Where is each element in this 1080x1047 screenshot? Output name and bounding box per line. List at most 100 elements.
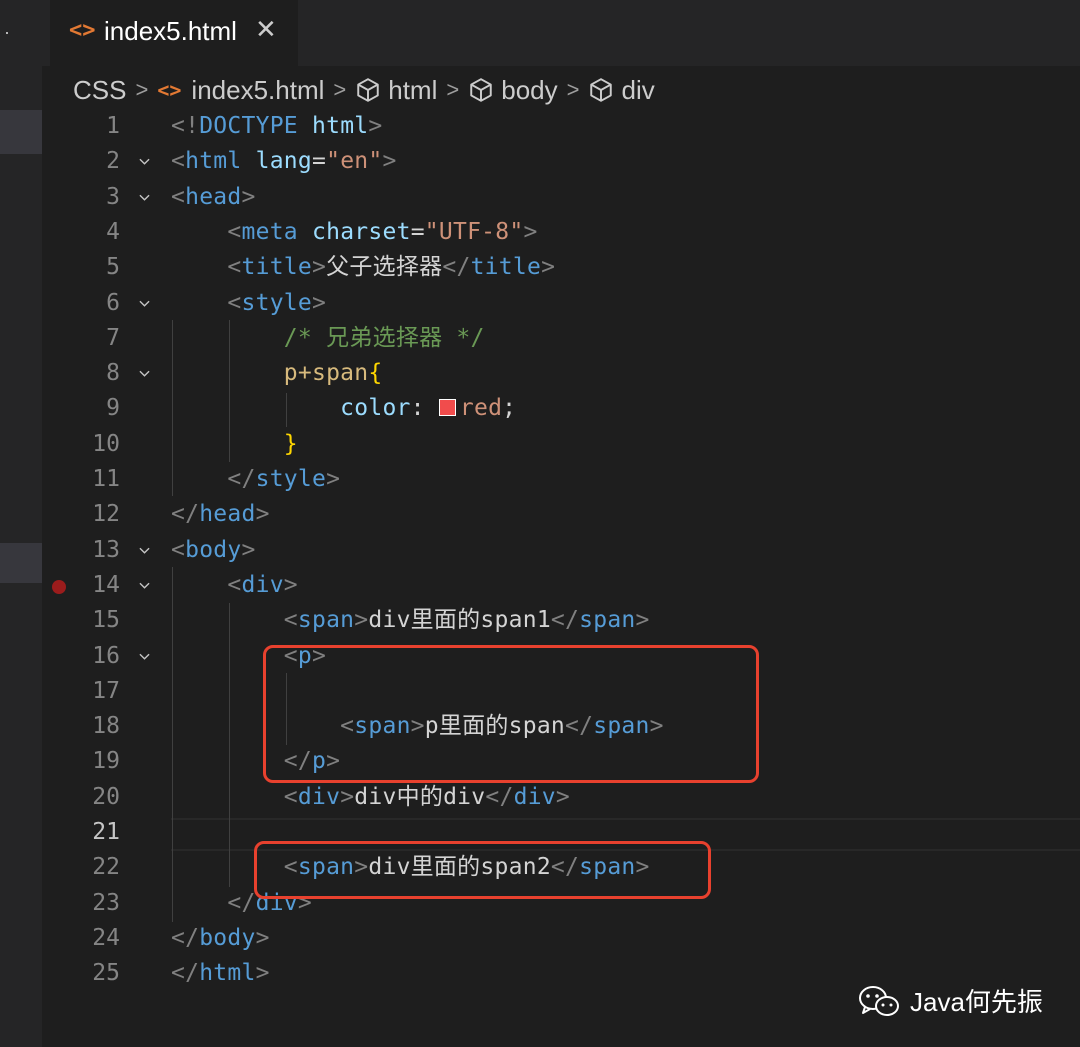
code-token: > <box>523 218 538 245</box>
code-token: < <box>171 183 186 210</box>
breadcrumb-file[interactable]: index5.html <box>191 75 324 106</box>
code-text: } <box>171 427 298 462</box>
code-token: > <box>255 960 270 987</box>
tab-title[interactable]: index5.html <box>104 16 237 47</box>
code-token: > <box>326 466 341 492</box>
code-token: < <box>283 783 298 810</box>
color-swatch-icon[interactable] <box>438 399 456 417</box>
code-token: style <box>255 466 327 492</box>
code-line[interactable]: 14 <div> <box>0 568 1080 603</box>
breadcrumb-folder[interactable]: CSS <box>73 75 126 106</box>
breadcrumb: CSS > <> index5.html > html > body > div <box>73 72 655 108</box>
code-token: < <box>283 607 298 634</box>
code-token: </ <box>171 960 200 987</box>
code-token: div <box>513 783 556 810</box>
code-token: "en" <box>326 148 383 175</box>
close-tab-icon[interactable]: ✕ <box>255 14 277 45</box>
code-line[interactable]: 20 <div>div中的div</div> <box>0 780 1080 815</box>
code-line[interactable]: 4 <meta charset="UTF-8"> <box>0 215 1080 250</box>
watermark: Java何先振 <box>858 982 1043 1019</box>
line-number: 2 <box>106 148 120 175</box>
fold-chevron-down-icon[interactable] <box>139 545 150 556</box>
code-token: > <box>354 607 369 634</box>
code-line[interactable]: 10 } <box>0 427 1080 462</box>
line-number: 16 <box>92 642 120 669</box>
code-token: "UTF-8" <box>424 218 524 245</box>
line-number: 24 <box>92 924 120 951</box>
code-token: DOCTYPE <box>199 113 298 139</box>
code-line[interactable]: 24 </body> <box>0 921 1080 956</box>
code-line[interactable]: 8 p+span{ <box>0 356 1080 391</box>
breadcrumb-symbol-div[interactable]: div <box>621 75 654 106</box>
fold-chevron-down-icon[interactable] <box>139 580 150 591</box>
line-number: 22 <box>92 854 120 881</box>
fold-chevron-down-icon[interactable] <box>139 368 150 379</box>
breadcrumb-symbol-html[interactable]: html <box>388 75 437 106</box>
line-number: 19 <box>92 748 120 775</box>
code-text: </html> <box>171 956 270 991</box>
line-number: 23 <box>92 889 120 916</box>
fold-chevron-down-icon[interactable] <box>139 651 150 662</box>
fold-chevron-down-icon[interactable] <box>139 298 150 309</box>
code-token: < <box>171 148 186 175</box>
code-token: > <box>255 501 270 528</box>
code-text: <head> <box>171 180 256 215</box>
code-token: html <box>185 148 242 175</box>
line-number: 6 <box>106 289 120 316</box>
line-number: 1 <box>106 113 120 139</box>
chevron-right-icon: > <box>566 77 580 102</box>
line-number: 15 <box>92 607 120 634</box>
code-text: <meta charset="UTF-8"> <box>171 215 538 250</box>
code-token: > <box>241 536 256 563</box>
code-token: html <box>312 113 369 139</box>
chevron-right-icon: > <box>333 77 347 102</box>
code-token: = <box>312 148 327 175</box>
code-token: < <box>227 254 242 281</box>
code-token: div里面的span1 <box>368 607 551 634</box>
code-token: </ <box>227 466 256 492</box>
code-text: /* 兄弟选择器 */ <box>171 321 485 356</box>
fold-chevron-down-icon[interactable] <box>139 156 150 167</box>
code-line[interactable]: 12 </head> <box>0 497 1080 532</box>
code-line[interactable]: 15 <span>div里面的span1</span> <box>0 603 1080 638</box>
code-token: title <box>470 254 542 281</box>
code-line[interactable]: 9 color: red; <box>0 391 1080 426</box>
code-line[interactable]: 11 </style> <box>0 462 1080 497</box>
code-token: </ <box>171 501 200 528</box>
line-number: 17 <box>92 677 120 704</box>
fold-chevron-down-icon[interactable] <box>139 192 150 203</box>
code-token: div <box>297 783 341 810</box>
code-token: > <box>340 783 355 810</box>
code-line[interactable]: 13 <body> <box>0 533 1080 568</box>
code-text: <style> <box>171 286 326 321</box>
line-number: 20 <box>92 783 120 810</box>
code-token: head <box>199 501 256 528</box>
more-dot-icon[interactable]: · <box>4 23 10 41</box>
code-line[interactable]: 1 <!DOCTYPE html> <box>0 109 1080 144</box>
breakpoint-dot[interactable] <box>52 580 66 594</box>
code-token: } <box>283 430 298 457</box>
code-token: </ <box>227 889 256 916</box>
code-token: ; <box>502 395 517 422</box>
code-line[interactable]: 5 <title>父子选择器</title> <box>0 250 1080 285</box>
line-number: 10 <box>92 430 120 457</box>
code-line[interactable]: 2 <html lang="en"> <box>0 144 1080 179</box>
code-text: <div> <box>171 568 298 603</box>
line-number: 25 <box>92 960 120 987</box>
chevron-right-icon: > <box>135 77 149 102</box>
code-line[interactable]: 3 <head> <box>0 180 1080 215</box>
code-line[interactable]: 7 /* 兄弟选择器 */ <box>0 321 1080 356</box>
code-token: </ <box>442 254 471 281</box>
code-line[interactable]: 6 <style> <box>0 286 1080 321</box>
code-token: < <box>171 536 186 563</box>
breadcrumb-symbol-body[interactable]: body <box>501 75 557 106</box>
code-token: </ <box>550 607 580 634</box>
